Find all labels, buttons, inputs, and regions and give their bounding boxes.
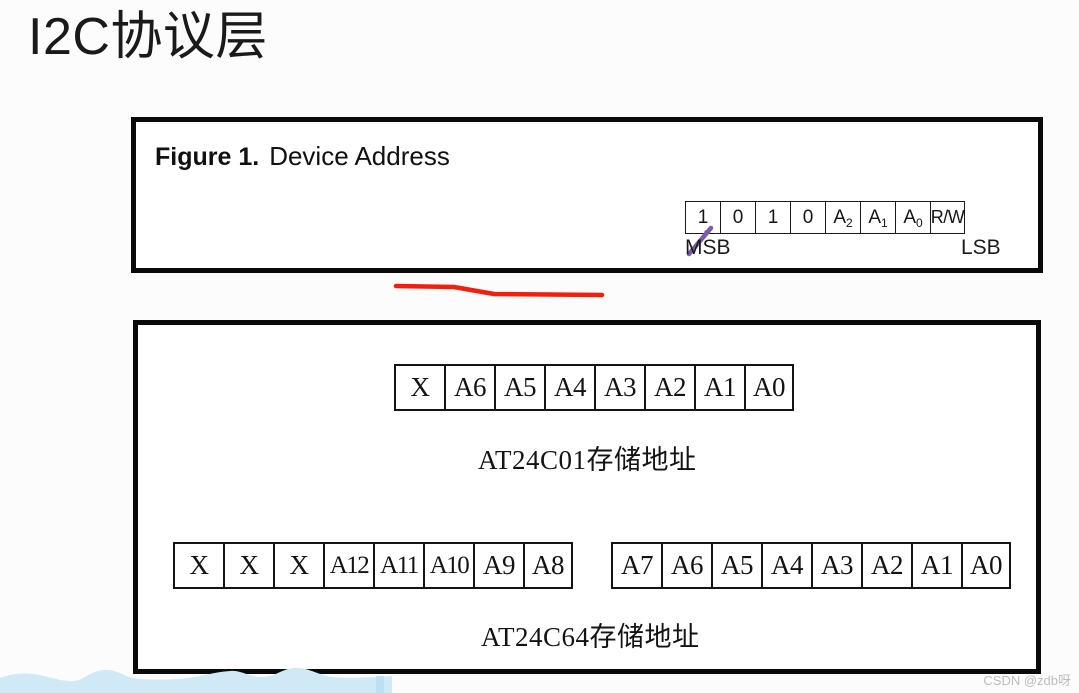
mem-cell: A4 (761, 542, 811, 589)
mem-cell: A12 (323, 542, 373, 589)
bit-cell-text: A (868, 206, 881, 228)
msb-label: MSB (685, 236, 731, 259)
lsb-label: LSB (961, 236, 1001, 259)
figure-box-device-address: Figure 1. Device Address 1 0 1 0 A2 A1 A0… (131, 117, 1043, 298)
mem-cell: X (223, 542, 273, 589)
bit-cell: A1 (860, 201, 895, 234)
mem-cell: A9 (473, 542, 523, 589)
mem-cell: X (173, 542, 223, 589)
bit-cell-text: 1 (767, 206, 779, 228)
bit-cell: A2 (825, 201, 860, 234)
mem-cell: A2 (861, 542, 911, 589)
mem-cell: A0 (961, 542, 1011, 589)
mem-cell: A3 (594, 364, 644, 411)
bit-cell-text: R/W (930, 207, 965, 227)
mem-cell: A6 (444, 364, 494, 411)
bit-cell-text: A (903, 206, 916, 228)
mem-cell: X (394, 364, 444, 411)
page-title: I2C协议层 (28, 8, 268, 66)
bit-cell-subscript: 2 (846, 215, 853, 230)
at24c01-caption: AT24C01存储地址 (478, 445, 697, 475)
mem-cell: A4 (544, 364, 594, 411)
bit-cell: A0 (895, 201, 930, 234)
mem-cell: A3 (811, 542, 861, 589)
mem-cell: A0 (744, 364, 794, 411)
mem-cell: A2 (644, 364, 694, 411)
red-underline-annotation (393, 283, 605, 298)
figure-box-memory-address: X A6 A5 A4 A3 A2 A1 A0 AT24C01存储地址 X X X… (133, 320, 1041, 674)
watermark-text: CSDN @zdb呀 (983, 673, 1071, 688)
bit-cell: R/W (930, 201, 965, 234)
bit-cell: 1 (755, 201, 790, 234)
bit-cell-text: 0 (802, 206, 814, 228)
figure-title-label: Device Address (269, 141, 450, 171)
bit-cell-subscript: 0 (916, 215, 923, 230)
mem-cell: A6 (661, 542, 711, 589)
decorative-wave-graphic (0, 668, 392, 693)
at24c64-high-byte-strip: X X X A12 A11 A10 A9 A8 (173, 542, 573, 589)
mem-cell: A5 (711, 542, 761, 589)
mem-cell: A7 (611, 542, 661, 589)
mem-cell: A8 (523, 542, 573, 589)
mem-cell: X (273, 542, 323, 589)
bit-cell-text: A (833, 206, 846, 228)
at24c64-low-byte-strip: A7 A6 A5 A4 A3 A2 A1 A0 (611, 542, 1011, 589)
figure-number-label: Figure 1. (155, 143, 260, 171)
mem-cell: A5 (494, 364, 544, 411)
mem-cell: A1 (911, 542, 961, 589)
bit-cell-text: 0 (732, 206, 744, 228)
mem-cell: A10 (423, 542, 473, 589)
figure-caption: Figure 1. Device Address (155, 141, 450, 172)
bit-cell: 0 (790, 201, 825, 234)
at24c01-address-strip: X A6 A5 A4 A3 A2 A1 A0 (394, 364, 794, 411)
mem-cell: A1 (694, 364, 744, 411)
mem-cell: A11 (373, 542, 423, 589)
bit-cell-subscript: 1 (881, 215, 888, 230)
at24c64-caption: AT24C64存储地址 (481, 622, 700, 652)
